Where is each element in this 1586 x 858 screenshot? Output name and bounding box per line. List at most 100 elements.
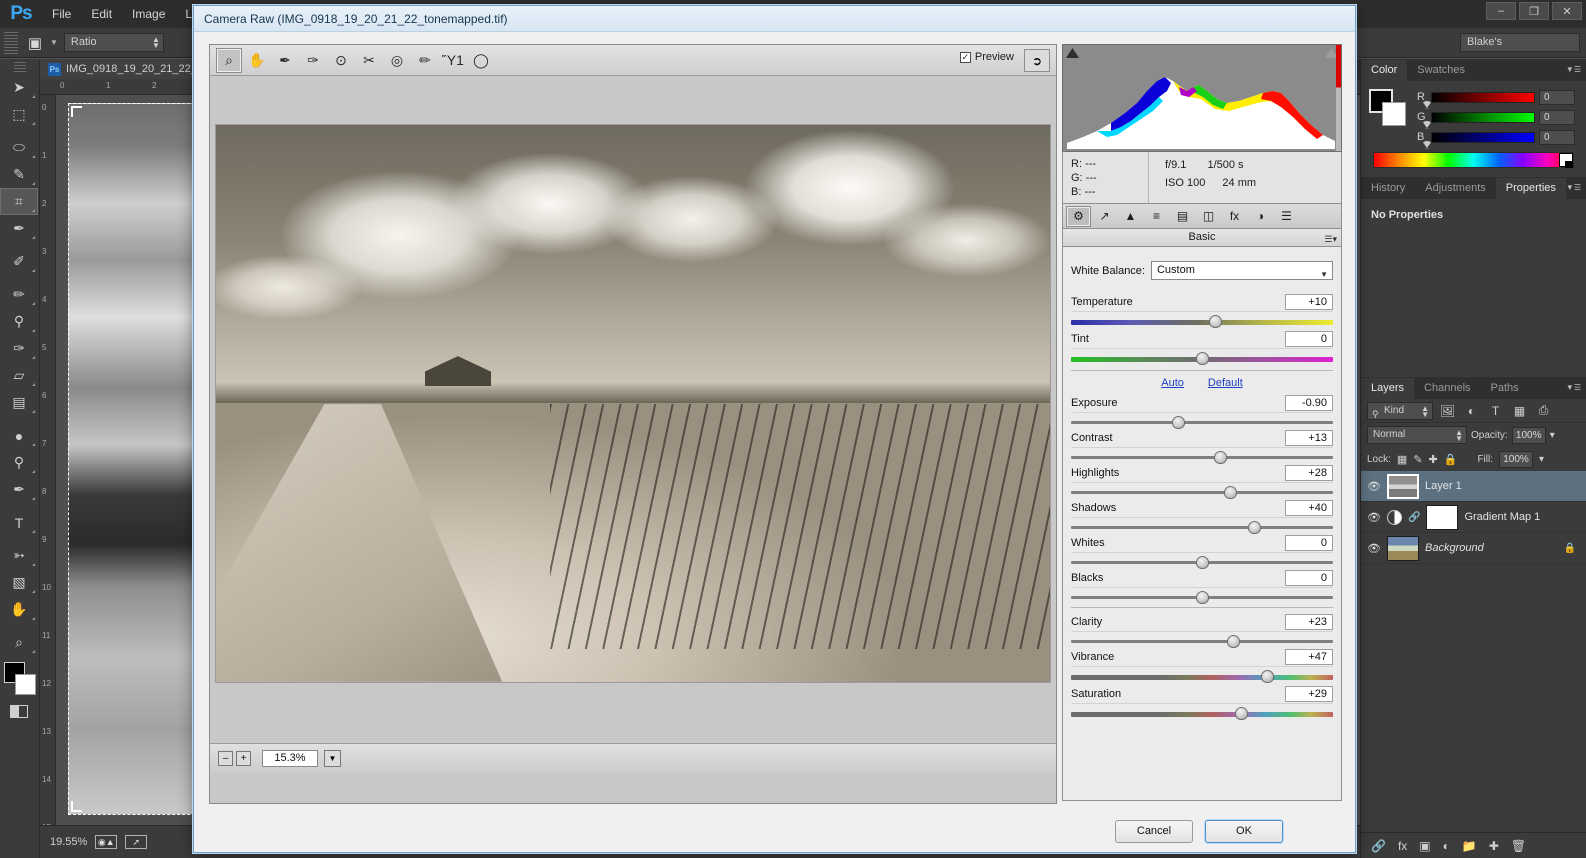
- slider-value[interactable]: 0: [1285, 570, 1333, 586]
- slider-value[interactable]: +13: [1285, 430, 1333, 446]
- tab-layers[interactable]: Layers: [1361, 378, 1415, 399]
- background-color-swatch[interactable]: [15, 674, 36, 695]
- tone-curve-tab[interactable]: ↗: [1092, 206, 1117, 227]
- eyedropper-tool[interactable]: ✒: [0, 215, 38, 242]
- tab-channels[interactable]: Channels: [1414, 378, 1480, 399]
- slider-value[interactable]: -0.90: [1285, 395, 1333, 411]
- layer-mask-thumbnail[interactable]: [1426, 504, 1459, 530]
- opacity-spinner-icon[interactable]: ▾: [1550, 430, 1555, 441]
- slider-knob[interactable]: [1247, 521, 1261, 534]
- tab-properties[interactable]: Properties: [1495, 178, 1566, 199]
- layer-visibility-icon[interactable]: 👁: [1367, 511, 1381, 524]
- lock-transparent-pixels-icon[interactable]: ▦: [1397, 453, 1407, 466]
- menu-file[interactable]: File: [42, 0, 81, 28]
- white-balance-select[interactable]: Custom ▼: [1150, 261, 1333, 283]
- lock-image-pixels-icon[interactable]: ✎: [1413, 453, 1422, 466]
- tab-color[interactable]: Color: [1361, 60, 1408, 81]
- channel-slider-knob[interactable]: [1421, 120, 1432, 129]
- default-link[interactable]: Default: [1208, 377, 1243, 389]
- blur-tool[interactable]: ●: [0, 422, 38, 449]
- path-selection-tool[interactable]: ➳: [0, 542, 38, 569]
- effects-tab[interactable]: fx: [1222, 206, 1247, 227]
- crop-icon[interactable]: ▣: [22, 31, 48, 55]
- lock-position-icon[interactable]: ✚: [1429, 453, 1438, 466]
- panel-menu-icon[interactable]: ☰▾: [1324, 231, 1337, 247]
- slider-track[interactable]: [1071, 591, 1333, 604]
- slider-knob[interactable]: [1234, 707, 1248, 720]
- crop-corner-handle[interactable]: [71, 106, 82, 117]
- layer-row-1[interactable]: 👁 Layer 1: [1361, 471, 1586, 502]
- lens-corrections-tab[interactable]: ◫: [1196, 206, 1221, 227]
- channel-value-b[interactable]: 0: [1539, 129, 1575, 145]
- restore-button[interactable]: ❐: [1519, 2, 1549, 20]
- zoom-tool-icon[interactable]: ⌕: [216, 47, 242, 73]
- rotate-tool-icon[interactable]: ◯: [468, 48, 494, 73]
- pixel-filter-icon[interactable]: 🖼: [1438, 402, 1457, 420]
- add-mask-icon[interactable]: ▣: [1419, 839, 1430, 853]
- chevron-down-icon[interactable]: ▼: [1320, 266, 1328, 283]
- layer-visibility-icon[interactable]: 👁: [1367, 542, 1381, 555]
- menu-edit[interactable]: Edit: [81, 0, 122, 28]
- channel-value-r[interactable]: 0: [1539, 89, 1575, 105]
- preview-toggle[interactable]: ✓ Preview: [959, 51, 1014, 63]
- spinner-icon[interactable]: ▲ ▼: [1455, 429, 1463, 443]
- slider-value[interactable]: +29: [1285, 686, 1333, 702]
- panel-menu-icon[interactable]: ▼☰: [1566, 183, 1581, 192]
- color-spectrum-ramp[interactable]: [1373, 152, 1574, 168]
- slider-knob[interactable]: [1195, 556, 1209, 569]
- channel-slider-knob[interactable]: [1421, 100, 1432, 109]
- slider-knob[interactable]: [1208, 315, 1222, 328]
- hsl-grayscale-tab[interactable]: ≡: [1144, 206, 1169, 227]
- marquee-tool[interactable]: ⬚: [0, 101, 38, 128]
- white-balance-tool-icon[interactable]: ✒: [272, 48, 298, 73]
- new-group-icon[interactable]: 📁: [1462, 839, 1477, 853]
- zoom-tool[interactable]: ⌕: [0, 629, 38, 656]
- document-tab[interactable]: Ps IMG_0918_19_20_21_22_: [40, 59, 205, 79]
- new-layer-icon[interactable]: ✚: [1489, 839, 1499, 853]
- hand-tool-icon[interactable]: ✋: [244, 48, 270, 73]
- tab-adjustments[interactable]: Adjustments: [1415, 178, 1496, 199]
- layer-thumbnail[interactable]: [1387, 535, 1419, 561]
- camera-raw-titlebar[interactable]: Camera Raw (IMG_0918_19_20_21_22_tonemap…: [194, 6, 1355, 32]
- fill-spinner-icon[interactable]: ▾: [1539, 454, 1544, 465]
- background-color-swatch[interactable]: [1382, 102, 1406, 126]
- layer-kind-filter-select[interactable]: ⚲ Kind ▲ ▼: [1367, 401, 1433, 420]
- slider-knob[interactable]: [1195, 352, 1209, 365]
- document-sizes-icon[interactable]: ◉▲: [95, 835, 118, 849]
- lock-all-icon[interactable]: 🔒: [1444, 453, 1458, 466]
- slider-value[interactable]: +10: [1285, 294, 1333, 310]
- chevron-down-icon[interactable]: ▼: [324, 750, 341, 767]
- type-tool[interactable]: T: [0, 509, 38, 536]
- type-filter-icon[interactable]: T: [1486, 402, 1505, 420]
- delete-tool-icon[interactable]: Ὕ1: [440, 48, 466, 73]
- tab-swatches[interactable]: Swatches: [1407, 60, 1475, 81]
- new-adjustment-layer-icon[interactable]: ◐: [1443, 839, 1450, 853]
- color-panel-swatches[interactable]: [1369, 89, 1407, 126]
- crop-tool[interactable]: ⌗: [0, 188, 38, 215]
- opacity-value[interactable]: 100%: [1511, 426, 1546, 444]
- slider-knob[interactable]: [1224, 486, 1238, 499]
- layer-row-3[interactable]: 👁 Background 🔒: [1361, 533, 1586, 564]
- ok-button[interactable]: OK: [1205, 819, 1283, 843]
- quick-mask-icon[interactable]: [0, 700, 38, 722]
- layer-mask-link-icon[interactable]: 🔗: [1408, 512, 1420, 523]
- eraser-tool[interactable]: ▱: [0, 362, 38, 389]
- panel-menu-icon[interactable]: ▼☰: [1566, 65, 1581, 74]
- slider-knob[interactable]: [1261, 670, 1274, 683]
- adjustment-brush-icon[interactable]: ✏: [412, 48, 438, 73]
- slider-value[interactable]: +47: [1285, 649, 1333, 665]
- preset-select[interactable]: Blake's: [1460, 33, 1580, 52]
- basic-tab[interactable]: ⚙: [1066, 205, 1091, 227]
- layer-thumbnail[interactable]: [1387, 473, 1419, 499]
- gradient-map-adjustment-icon[interactable]: [1387, 509, 1402, 525]
- spinner-icon[interactable]: ▲ ▼: [152, 36, 160, 50]
- camera-raw-preview-area[interactable]: – + 15.3% ▼: [210, 76, 1056, 773]
- slider-value[interactable]: +28: [1285, 465, 1333, 481]
- close-button[interactable]: ✕: [1552, 2, 1582, 20]
- lasso-tool[interactable]: ⬭: [0, 134, 38, 161]
- crop-corner-handle[interactable]: [71, 801, 82, 812]
- slider-track[interactable]: [1071, 315, 1333, 328]
- slider-track[interactable]: [1071, 521, 1333, 534]
- channel-slider-r[interactable]: [1421, 91, 1535, 109]
- layer-name[interactable]: Gradient Map 1: [1464, 511, 1580, 523]
